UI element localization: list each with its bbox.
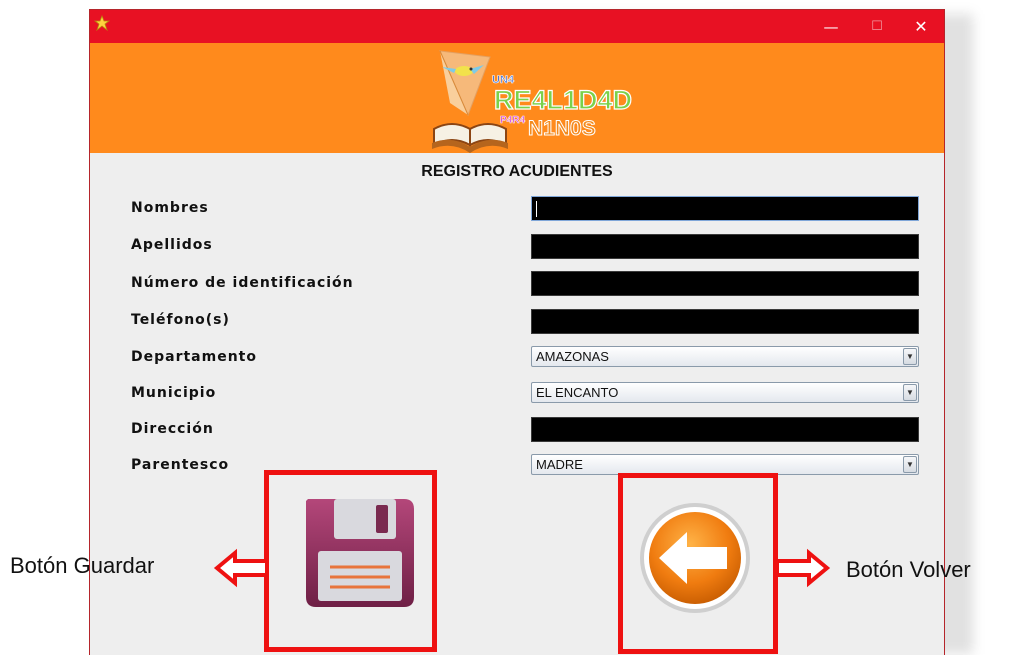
save-callout-label: Botón Guardar: [10, 553, 155, 578]
header-banner: UN4 RE4L1D4D P4R4 N1N0S: [90, 43, 944, 153]
label-municipio: Municipio: [131, 385, 217, 401]
save-highlight-box: [264, 470, 437, 652]
logo-text-bottom: N1N0S: [528, 117, 596, 140]
departamento-value: AMAZONAS: [536, 349, 609, 364]
title-bar: — ☐ ✕: [90, 10, 944, 43]
identificacion-input[interactable]: [531, 271, 919, 296]
back-highlight-box: [618, 473, 778, 654]
label-identificacion: Número de identificación: [131, 275, 354, 291]
logo-text-main: RE4L1D4D: [494, 85, 632, 115]
departamento-select[interactable]: AMAZONAS ▼: [531, 346, 919, 367]
municipio-select[interactable]: EL ENCANTO ▼: [531, 382, 919, 403]
app-icon: [94, 15, 110, 31]
parentesco-value: MADRE: [536, 457, 583, 472]
municipio-value: EL ENCANTO: [536, 385, 619, 400]
label-parentesco: Parentesco: [131, 457, 230, 473]
arrow-left-outline-icon: [213, 548, 269, 588]
nombres-input[interactable]: [531, 196, 919, 221]
chevron-down-icon[interactable]: ▼: [903, 348, 917, 365]
logo-text-small: P4R4: [500, 115, 525, 126]
telefono-input[interactable]: [531, 309, 919, 334]
form-title: REGISTRO ACUDIENTES: [421, 163, 613, 180]
label-departamento: Departamento: [131, 349, 257, 365]
maximize-button[interactable]: ☐: [854, 10, 900, 43]
app-logo: UN4 RE4L1D4D P4R4 N1N0S: [432, 50, 633, 153]
minimize-button[interactable]: —: [808, 10, 854, 43]
label-telefono: Teléfono(s): [131, 312, 230, 328]
label-direccion: Dirección: [131, 421, 214, 437]
direccion-input[interactable]: [531, 417, 919, 442]
apellidos-input[interactable]: [531, 234, 919, 259]
back-callout-label: Botón Volver: [846, 557, 971, 582]
label-nombres: Nombres: [131, 200, 209, 216]
arrow-right-outline-icon: [775, 548, 831, 588]
close-button[interactable]: ✕: [898, 10, 944, 43]
chevron-down-icon[interactable]: ▼: [903, 384, 917, 401]
chevron-down-icon[interactable]: ▼: [903, 456, 917, 473]
parentesco-select[interactable]: MADRE ▼: [531, 454, 919, 475]
text-caret: [536, 201, 537, 217]
label-apellidos: Apellidos: [131, 237, 213, 253]
